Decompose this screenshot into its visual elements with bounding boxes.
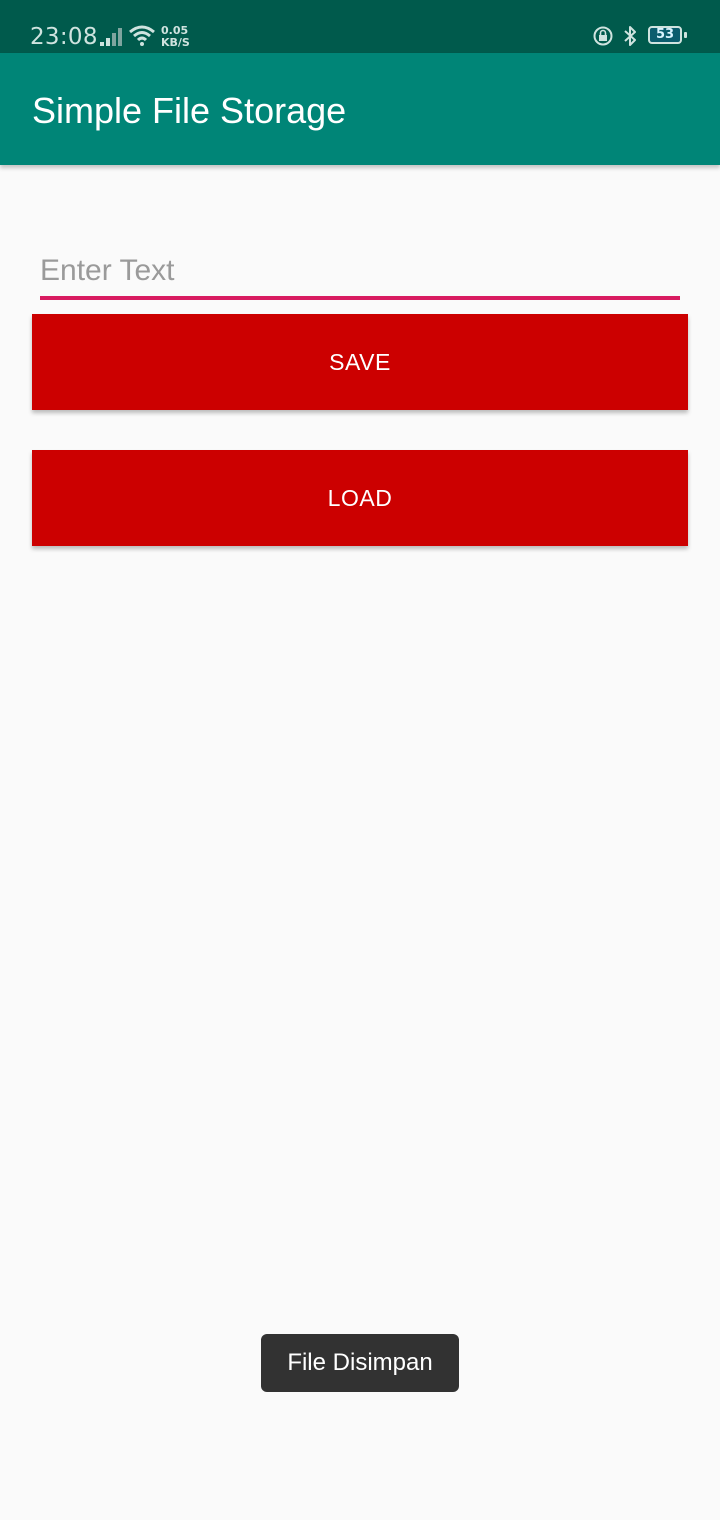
app-bar: Simple File Storage <box>0 53 720 165</box>
bluetooth-icon <box>624 26 636 46</box>
wifi-icon <box>129 25 155 46</box>
network-speed-unit: KB/S <box>161 36 190 49</box>
battery-tip <box>684 32 687 38</box>
text-input[interactable] <box>40 246 680 300</box>
lock-icon <box>593 26 613 46</box>
signal-icon <box>100 28 122 46</box>
status-time: 23:08 <box>30 24 98 50</box>
save-button[interactable]: SAVE <box>32 314 688 410</box>
battery-icon: 53 <box>648 26 682 44</box>
app-title: Simple File Storage <box>32 90 347 131</box>
status-bar: 23:08 0.05 KB/S 53 <box>0 0 720 53</box>
load-button[interactable]: LOAD <box>32 450 688 546</box>
toast-message: File Disimpan <box>261 1334 459 1392</box>
network-speed: 0.05 KB/S <box>161 25 190 49</box>
